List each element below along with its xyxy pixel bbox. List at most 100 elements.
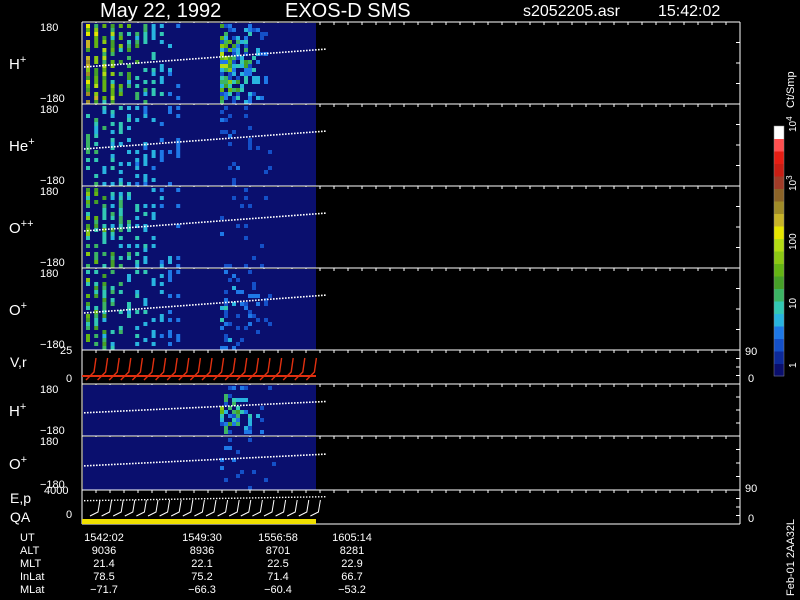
heatmap-cell: [248, 486, 252, 490]
heatmap-cell: [151, 342, 156, 346]
heatmap-cell: [118, 178, 123, 182]
heatmap-cell: [110, 110, 115, 114]
trace-dot: [231, 55, 233, 57]
heatmap-cell: [110, 130, 115, 134]
heatmap-cell: [86, 166, 90, 170]
ep-segment: [147, 499, 159, 517]
trace-dot: [261, 299, 263, 301]
trace-dot: [129, 462, 131, 465]
heatmap-cell: [159, 68, 164, 72]
heatmap-cell: [102, 290, 107, 294]
trace-dot: [294, 214, 296, 217]
heatmap-cell: [159, 64, 164, 68]
ep-dot: [282, 496, 284, 499]
heatmap-cell: [252, 470, 256, 474]
trace-dot: [300, 454, 302, 457]
heatmap-cell: [102, 40, 107, 44]
trace-dot: [213, 56, 215, 59]
heatmap-cell: [228, 422, 232, 426]
heatmap-cell: [135, 342, 140, 346]
trace-dot: [138, 62, 140, 64]
trace-dot: [189, 58, 191, 60]
trace-dot: [312, 213, 314, 215]
heatmap-cell: [224, 430, 228, 434]
ep-dot: [288, 496, 290, 499]
heatmap-cell: [240, 88, 244, 92]
ep-dot: [174, 498, 176, 500]
heatmap-cell: [224, 478, 228, 482]
trace-dot: [279, 297, 281, 300]
heatmap-cell: [118, 170, 123, 174]
heatmap-cell: [220, 76, 224, 80]
heatmap-cell: [110, 40, 115, 44]
heatmap-cell: [240, 338, 244, 342]
trace-dot: [210, 458, 212, 461]
trace-dot: [135, 144, 137, 146]
trace-dot: [111, 146, 113, 148]
heatmap-cell: [252, 294, 256, 298]
trace-dot: [195, 406, 197, 409]
header-file: s2052205.asr: [523, 3, 621, 20]
heatmap-cell: [256, 80, 260, 84]
trace-dot: [117, 309, 119, 312]
trace-dot: [87, 65, 89, 68]
trace-dot: [213, 458, 215, 461]
heatmap-cell: [102, 88, 107, 92]
ep-segment: [112, 499, 124, 517]
heatmap-cell: [143, 100, 148, 104]
ep-label: E,p: [10, 490, 31, 506]
species-label: He+: [9, 136, 35, 155]
ep-dot: [228, 497, 230, 500]
heatmap-cell: [232, 68, 236, 72]
heatmap-cell: [151, 36, 156, 40]
trace-dot: [321, 400, 323, 403]
heatmap-cell: [143, 24, 148, 28]
heatmap-cell: [232, 96, 236, 100]
trace-dot: [312, 453, 314, 456]
trace-dot: [249, 299, 251, 302]
heatmap-cell: [135, 290, 140, 294]
heatmap-cell: [135, 44, 140, 48]
heatmap-cell: [86, 302, 90, 306]
heatmap-cell: [232, 162, 236, 166]
heatmap-cell: [94, 72, 99, 76]
trace-dot: [303, 131, 305, 134]
ep-dot: [297, 496, 299, 498]
trace-dot: [306, 401, 308, 404]
heatmap-cell: [256, 318, 260, 322]
trace-dot: [276, 455, 278, 458]
trace-dot: [84, 230, 86, 232]
heatmap-cell: [102, 126, 107, 130]
trace-dot: [210, 406, 212, 408]
trace-dot: [165, 142, 167, 144]
heatmap-cell: [228, 92, 232, 96]
trace-dot: [147, 225, 149, 228]
heatmap-cell: [143, 310, 148, 314]
heatmap-cell: [228, 338, 232, 342]
heatmap-cell: [86, 80, 90, 84]
trace-dot: [264, 216, 266, 219]
trace-dot: [138, 144, 140, 146]
heatmap-cell: [102, 264, 107, 268]
heatmap-cell: [168, 72, 172, 76]
trace-dot: [324, 130, 326, 132]
trace-dot: [177, 141, 179, 143]
trace-dot: [261, 135, 263, 137]
heatmap-cell: [224, 80, 228, 84]
ep-dot: [243, 497, 245, 499]
trace-dot: [198, 221, 200, 224]
colorbar-swatch: [774, 238, 784, 252]
heatmap-cell: [86, 188, 90, 192]
trace-dot: [225, 458, 227, 460]
heatmap-cell: [220, 36, 224, 40]
heatmap-cell: [143, 162, 148, 166]
vr-label: V,r: [10, 354, 27, 370]
trace-dot: [84, 148, 86, 150]
y-top-label: 180: [40, 104, 58, 116]
heatmap-cell: [94, 126, 99, 130]
heatmap-cell: [143, 178, 148, 182]
ep-dot: [294, 496, 296, 498]
heatmap-cell: [151, 212, 156, 216]
heatmap-cell: [86, 224, 90, 228]
heatmap-cell: [127, 106, 131, 110]
